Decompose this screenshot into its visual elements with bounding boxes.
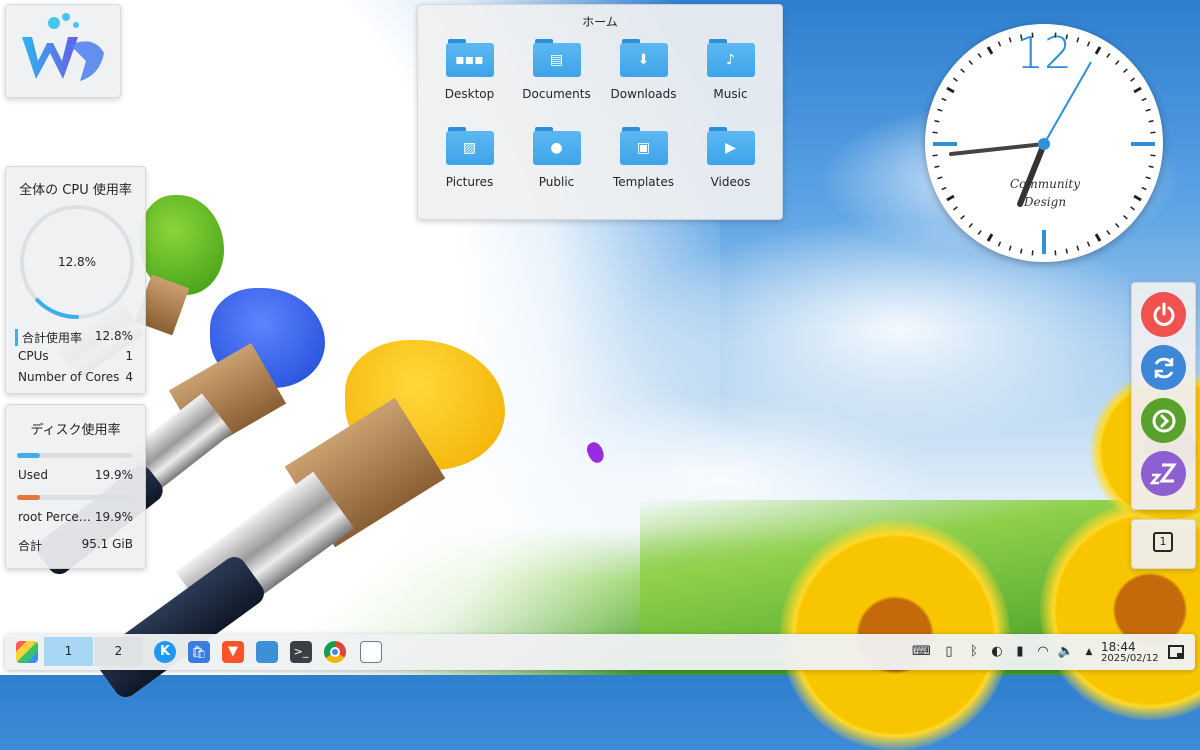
pictures-folder-icon: ▨ (445, 127, 494, 167)
clipboard-icon[interactable]: ▯ (940, 643, 958, 661)
kde-app-icon[interactable]: K (154, 641, 176, 663)
brave-browser-icon[interactable]: ▼ (222, 641, 244, 663)
folder-item[interactable]: ▤ Documents (513, 37, 600, 113)
session-buttons-panel (1131, 282, 1196, 510)
application-launcher-icon[interactable] (16, 641, 38, 663)
tray-expand-icon[interactable]: ▲ (1080, 643, 1098, 661)
notification-count: 1 (1159, 535, 1167, 548)
disk-row-total: 合計 95.1 GiB (18, 537, 133, 553)
cpu-row-cores: Number of Cores 4 (18, 370, 133, 384)
clock-minute-hand (949, 142, 1046, 156)
folder-label: Downloads (610, 87, 677, 101)
cpu-widget-title: 全体の CPU 使用率 (19, 183, 132, 198)
folder-item[interactable]: ▣ Templates (600, 125, 687, 201)
folder-item[interactable]: ● Public (513, 125, 600, 201)
logo-widget (5, 4, 121, 98)
folder-grid: ▪▪▪ Desktop ▤ Documents ⬇ Downloads ♪ Music ▨ Pic… (426, 37, 774, 201)
power-icon (1153, 302, 1174, 326)
pager-desktop-1[interactable]: 1 (44, 637, 93, 666)
folder-view-title: ホーム (582, 15, 618, 29)
folder-item[interactable]: ▶ Videos (687, 125, 774, 201)
pager-desktop-2[interactable]: 2 (94, 637, 143, 666)
wifi-icon[interactable]: ◠ (1034, 643, 1052, 661)
music-folder-icon: ♪ (706, 39, 755, 79)
disk-widget-title: ディスク使用率 (30, 423, 121, 438)
clock-second-hand (1043, 61, 1092, 145)
cpu-usage-widget: 全体の CPU 使用率 12.8% 合計使用率 12.8% CPUs 1 Num… (5, 166, 146, 394)
cpu-row-cpus: CPUs 1 (18, 349, 133, 363)
folder-label: Desktop (444, 87, 495, 101)
downloads-folder-icon: ⬇ (619, 39, 668, 79)
sleep-button[interactable] (1141, 451, 1186, 496)
notification-bell-icon: 1 (1153, 532, 1173, 552)
sleep-icon (1149, 463, 1177, 484)
shutdown-button[interactable] (1141, 292, 1186, 337)
disk-usage-widget: ディスク使用率 Used 19.9% root Percentage 19.9%… (5, 404, 146, 569)
keyboard-icon[interactable]: ⌨ (912, 643, 931, 661)
templates-folder-icon: ▣ (619, 127, 668, 167)
analog-clock: 12 Community Design (925, 24, 1163, 262)
desktop-folder-icon: ▪▪▪ (445, 39, 494, 79)
folder-label: Documents (522, 87, 591, 101)
discover-store-icon[interactable]: 🛍 (188, 641, 210, 663)
folder-label: Public (538, 175, 575, 189)
folder-item[interactable]: ⬇ Downloads (600, 37, 687, 113)
folder-label: Music (713, 87, 748, 101)
videos-folder-icon: ▶ (706, 127, 755, 167)
taskbar-date[interactable]: 2025/02/12 (1101, 653, 1159, 664)
show-desktop-icon[interactable] (1167, 643, 1185, 661)
disk-row-used: Used 19.9% (18, 468, 133, 482)
folder-item[interactable]: ♪ Music (687, 37, 774, 113)
folder-label: Videos (710, 175, 751, 189)
disk-row-root: root Percentage 19.9% (18, 510, 133, 524)
restart-icon (1154, 357, 1173, 378)
display-brightness-icon[interactable]: ◐ (988, 643, 1006, 661)
disk-used-bar (17, 453, 133, 458)
app-logo-icon (22, 13, 104, 81)
restart-button[interactable] (1141, 345, 1186, 390)
notifications-widget[interactable]: 1 (1131, 519, 1196, 569)
terminal-icon[interactable]: >_ (290, 641, 312, 663)
documents-folder-icon: ▤ (532, 39, 581, 79)
folder-label: Templates (612, 175, 674, 189)
cpu-gauge-value: 12.8% (57, 255, 97, 269)
bluetooth-icon[interactable]: ᛒ (965, 643, 983, 661)
disk-root-bar (17, 495, 133, 500)
clock-brand-line2: Design (1023, 195, 1067, 209)
logout-button[interactable] (1141, 398, 1186, 443)
folder-item[interactable]: ▪▪▪ Desktop (426, 37, 513, 113)
cpu-row-total: 合計使用率 12.8% (15, 329, 133, 346)
logout-icon (1152, 409, 1175, 432)
battery-icon[interactable]: ▮ (1011, 643, 1029, 661)
text-editor-icon[interactable] (360, 641, 382, 663)
taskbar: 1 2 K 🛍 ▼ >_ ⌨ ▯ ᛒ ◐ ▮ ◠ 🔈 ▲ 18:44 2025/… (5, 634, 1195, 670)
taskbar-time[interactable]: 18:44 (1101, 640, 1136, 654)
file-manager-icon[interactable] (256, 641, 278, 663)
home-folder-view: ホーム ▪▪▪ Desktop ▤ Documents ⬇ Downloads ♪ Music… (417, 4, 783, 220)
folder-item[interactable]: ▨ Pictures (426, 125, 513, 201)
chrome-browser-icon[interactable] (324, 641, 346, 663)
public-folder-icon: ● (532, 127, 581, 167)
clock-face (932, 32, 1156, 256)
clock-brand-line1: Community (1009, 177, 1081, 191)
folder-label: Pictures (445, 175, 494, 189)
volume-icon[interactable]: 🔈 (1057, 643, 1075, 661)
